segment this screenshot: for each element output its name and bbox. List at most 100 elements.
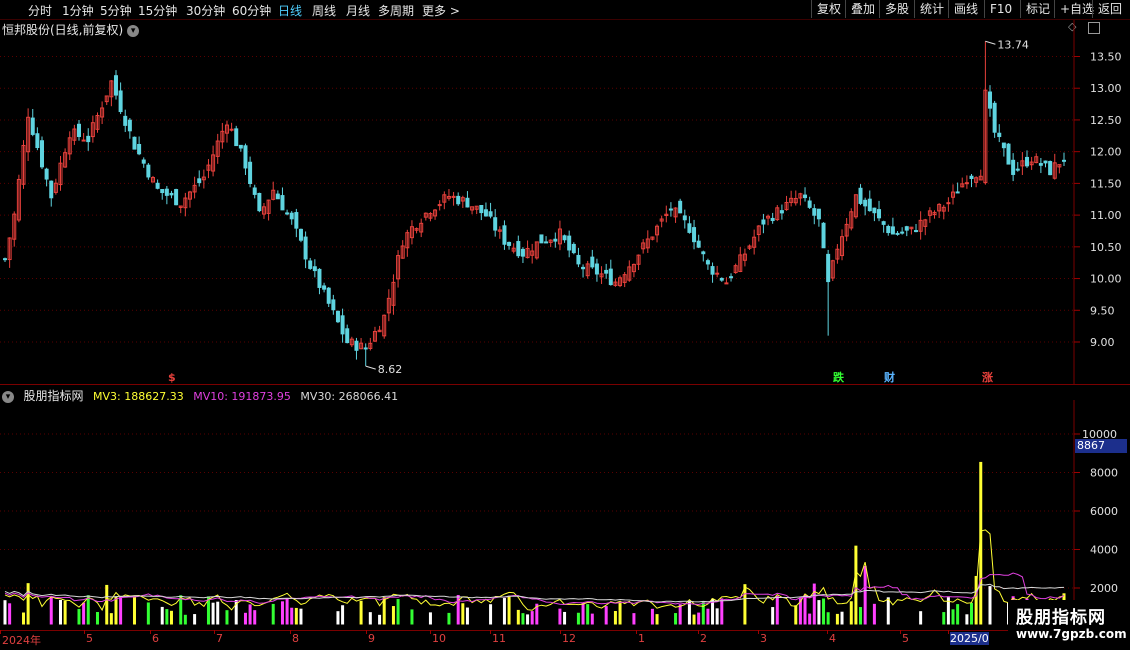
candle-body <box>127 119 132 132</box>
candle-body <box>715 272 720 275</box>
period-tab-9[interactable]: 多周期 <box>378 2 414 19</box>
candle-body <box>1048 161 1053 176</box>
x-tick <box>150 630 151 634</box>
candle-body <box>886 225 891 234</box>
candle-body <box>169 192 174 196</box>
candle-body <box>770 217 775 222</box>
toolbar-button-2[interactable]: 多股 <box>879 0 914 18</box>
period-tab-2[interactable]: 5分钟 <box>100 2 132 19</box>
candle-body <box>997 132 1002 138</box>
candle-body <box>76 123 81 138</box>
y-tick-label: 11.00 <box>1090 209 1122 222</box>
candle-body <box>1001 142 1006 149</box>
period-tab-4[interactable]: 30分钟 <box>186 2 225 19</box>
volume-bar <box>970 602 974 625</box>
volume-bar <box>410 609 414 625</box>
candle-body <box>890 226 895 235</box>
candle-body <box>289 212 294 220</box>
volume-bar <box>285 598 289 625</box>
volume-bar <box>808 613 812 625</box>
candle-body <box>816 208 821 220</box>
volume-bar <box>706 608 710 625</box>
candle-body <box>141 159 146 164</box>
y-tick-label: 12.50 <box>1090 114 1122 127</box>
candle-body <box>257 192 262 212</box>
volume-bar <box>817 600 821 625</box>
period-tab-7[interactable]: 周线 <box>312 2 336 19</box>
x-tick <box>84 630 85 634</box>
candle-body <box>729 276 734 279</box>
candle-body <box>252 187 257 195</box>
candle-body <box>863 199 868 207</box>
candle-body <box>456 195 461 205</box>
candle-body <box>562 235 567 241</box>
candle-body <box>1038 163 1043 166</box>
candle-body <box>354 340 359 351</box>
candle-body <box>160 189 165 194</box>
toolbar-button-4[interactable]: 画线 <box>948 0 983 18</box>
candle-body <box>678 200 683 214</box>
candle-body <box>479 205 484 214</box>
toolbar-button-5[interactable]: F10 <box>984 0 1017 18</box>
toolbar-button-3[interactable]: 统计 <box>914 0 949 18</box>
y-tick-label: 2000 <box>1090 582 1118 595</box>
volume-bar <box>859 607 863 625</box>
volume-bar <box>794 605 798 625</box>
candle-body <box>692 227 697 243</box>
candle-body <box>724 282 729 285</box>
volume-bar <box>674 613 678 625</box>
toolbar-button-1[interactable]: 叠加 <box>845 0 880 18</box>
x-tick <box>490 630 491 634</box>
candle-body <box>493 217 498 231</box>
x-tick <box>827 630 828 634</box>
volume-bar <box>886 597 890 625</box>
period-tab-0[interactable]: 分时 <box>28 2 52 19</box>
volume-bar <box>988 586 992 625</box>
candle-body <box>992 102 997 133</box>
candle-body <box>1025 156 1030 167</box>
y-tick-label: 13.00 <box>1090 82 1122 95</box>
toolbar: 分时 1分钟 5分钟 15分钟 30分钟 60分钟 日线 周线 月线 多周期 更多 > 复权 叠加 多股统… <box>0 0 1130 20</box>
candle-body <box>516 241 521 257</box>
x-tick <box>430 630 431 634</box>
volume-bar <box>243 612 247 625</box>
candle-body <box>132 136 137 150</box>
candle-body <box>946 202 951 205</box>
period-tab-1[interactable]: 1分钟 <box>62 2 94 19</box>
candle-body <box>248 161 253 184</box>
volume-bar <box>919 611 923 625</box>
volume-bar <box>216 601 220 625</box>
y-tick-label: 11.50 <box>1090 177 1122 190</box>
volume-bar <box>391 606 395 625</box>
candle-body <box>608 268 613 286</box>
toolbar-button-6[interactable]: 标记 <box>1020 0 1055 18</box>
period-tab-8[interactable]: 月线 <box>346 2 370 19</box>
event-marker: $ <box>168 371 176 384</box>
volume-bar <box>63 600 67 625</box>
candle-body <box>761 219 766 225</box>
volume-bar <box>26 583 30 625</box>
volume-bar <box>82 602 86 625</box>
volume-bar <box>956 604 960 625</box>
toolbar-button-0[interactable]: 复权 <box>811 0 846 18</box>
volume-bar <box>590 613 594 625</box>
period-tab-10[interactable]: 更多 > <box>422 2 460 19</box>
volume-bar <box>336 611 340 625</box>
volume-bar <box>105 584 109 625</box>
period-tab-3[interactable]: 15分钟 <box>138 2 177 19</box>
candle-body <box>964 182 969 185</box>
x-tick <box>290 630 291 634</box>
panel-divider <box>0 384 1130 385</box>
candle-body <box>308 260 313 269</box>
volume-bar <box>697 612 701 625</box>
period-tab-6[interactable]: 日线 <box>278 2 302 19</box>
volume-bar <box>396 599 400 625</box>
candle-body <box>900 231 905 234</box>
volume-bar <box>872 603 876 625</box>
period-tab-5[interactable]: 60分钟 <box>232 2 271 19</box>
candle-body <box>502 225 507 245</box>
candle-body <box>345 328 350 344</box>
candle-body <box>803 194 808 199</box>
y-tick-label: 10.00 <box>1090 273 1122 286</box>
toolbar-button-8[interactable]: 返回 <box>1092 0 1127 18</box>
